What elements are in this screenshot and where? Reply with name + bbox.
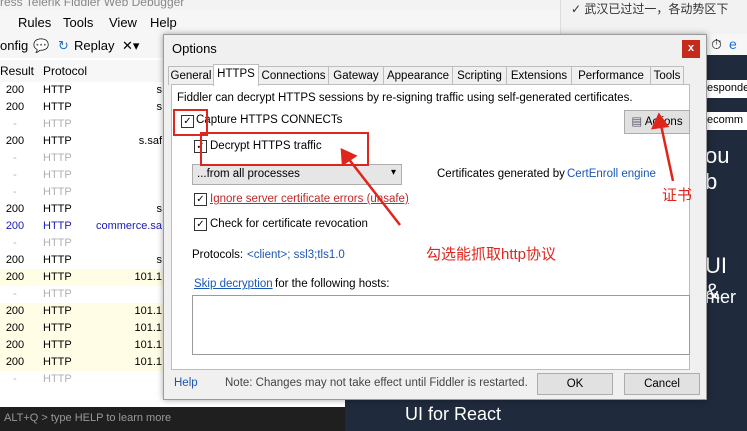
annotation-arrows (340, 112, 675, 226)
tab-https[interactable]: HTTPS (213, 64, 259, 86)
arrow-to-decrypt (340, 147, 401, 226)
cert-annotation: 证书 (662, 187, 693, 204)
arrow-to-cert (650, 112, 675, 182)
http-annotation: 勾选能抓取http协议 (426, 246, 557, 263)
